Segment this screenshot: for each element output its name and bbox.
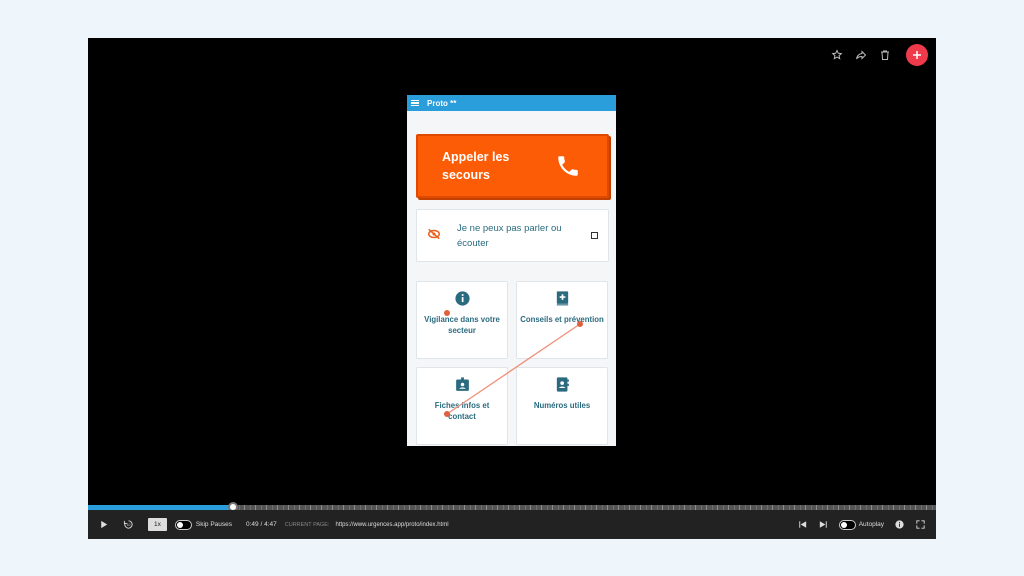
tile-label: Conseils et prévention	[520, 315, 604, 324]
previous-icon[interactable]	[797, 519, 808, 530]
cannot-speak-label: Je ne peux pas parler ou écouter	[457, 222, 562, 249]
skip-pauses-toggle[interactable]	[174, 519, 192, 530]
app-title: Proto **	[427, 98, 457, 108]
svg-text:10: 10	[127, 523, 131, 527]
trash-icon[interactable]	[878, 48, 892, 62]
tile-label: Numéros utiles	[533, 401, 591, 410]
right-controls: Autoplay	[797, 519, 926, 530]
star-icon[interactable]	[830, 48, 844, 62]
player-controls: 10 1x Skip Pauses 0:49 / 4:47 CURRENT PA…	[88, 510, 936, 539]
info-icon	[454, 291, 470, 306]
add-button[interactable]	[906, 44, 928, 66]
id-badge-icon	[455, 377, 469, 391]
autoplay-toggle[interactable]	[838, 519, 856, 530]
current-page-url[interactable]: https://www.urgences.app/proto/index.htm…	[335, 522, 448, 528]
share-icon[interactable]	[854, 48, 868, 62]
session-replay-player: Proto ** Appeler les secours Je ne peux …	[88, 38, 936, 539]
app-bar: Proto **	[407, 95, 616, 111]
hamburger-menu-icon[interactable]	[411, 99, 419, 107]
app-screen: Proto ** Appeler les secours Je ne peux …	[407, 95, 616, 446]
plus-icon	[913, 51, 921, 59]
play-icon[interactable]	[98, 519, 109, 530]
autoplay-control: Autoplay	[838, 519, 884, 530]
tile-fiches[interactable]: Fiches infos et contact	[416, 367, 508, 445]
tile-numeros[interactable]: Numéros utiles	[516, 367, 608, 445]
cannot-speak-checkbox[interactable]	[591, 232, 598, 239]
autoplay-label: Autoplay	[858, 521, 884, 528]
contact-book-icon	[556, 377, 569, 392]
cannot-speak-option[interactable]: Je ne peux pas parler ou écouter	[416, 209, 609, 262]
top-actions	[830, 44, 928, 66]
playback-speed-button[interactable]: 1x	[148, 518, 167, 531]
call-button-label: Appeler les secours	[442, 150, 510, 182]
replay-stage: Proto ** Appeler les secours Je ne peux …	[88, 38, 936, 505]
tile-vigilance[interactable]: Vigilance dans votre secteur	[416, 281, 508, 359]
fullscreen-icon[interactable]	[915, 519, 926, 530]
call-emergency-button[interactable]: Appeler les secours	[416, 134, 609, 198]
playback-time: 0:49 / 4:47	[246, 521, 277, 528]
skip-pauses-label: Skip Pauses	[195, 521, 233, 528]
tile-label: Vigilance dans votre secteur	[424, 315, 500, 335]
info-circle-icon[interactable]	[894, 519, 905, 530]
tile-conseils[interactable]: Conseils et prévention	[516, 281, 608, 359]
phone-icon	[558, 156, 578, 176]
tile-label: Fiches infos et contact	[434, 401, 490, 421]
next-icon[interactable]	[818, 519, 829, 530]
rewind-10-icon[interactable]: 10	[123, 519, 134, 530]
current-page-label: CURRENT PAGE:	[284, 521, 330, 528]
medical-book-icon	[556, 291, 568, 306]
deaf-ear-icon	[427, 227, 441, 245]
